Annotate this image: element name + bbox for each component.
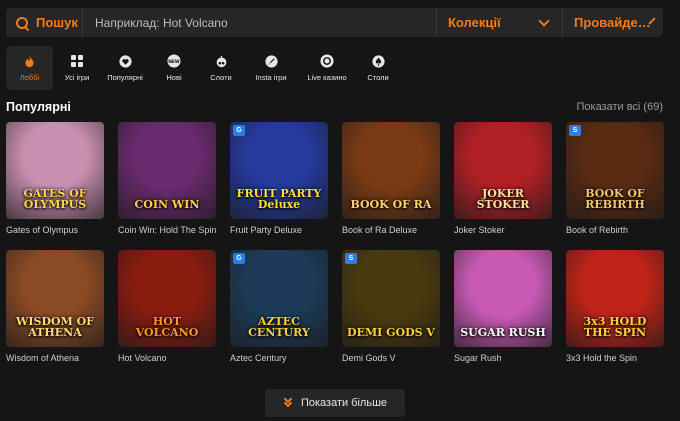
category-tab-live-casino[interactable]: Live казино (299, 46, 355, 90)
game-thumbnail-title: AZTEC CENTURY (248, 314, 310, 340)
game-thumbnail[interactable]: S BOOK OF REBIRTH (566, 122, 664, 219)
game-name: Demi Gods V (342, 353, 396, 363)
game-name: Wisdom of Athena (6, 353, 80, 363)
double-chevron-down-icon (283, 394, 293, 408)
search-icon (15, 16, 29, 30)
game-card[interactable]: S BOOK OF REBIRTH Book of Rebirth (566, 122, 664, 250)
game-name: Hot Volcano (118, 353, 167, 363)
category-label: Слоти (210, 73, 232, 82)
game-thumbnail[interactable]: 3x3 HOLD THE SPIN (566, 250, 664, 347)
show-all-link[interactable]: Показати всі (69) (576, 101, 663, 113)
provider-badge-icon: S (345, 253, 357, 264)
chip-icon (320, 54, 334, 68)
game-name: Sugar Rush (454, 353, 502, 363)
grid-icon (70, 54, 84, 68)
category-label: Усі ігри (64, 73, 90, 82)
game-card[interactable]: HOT VOLCANO Hot Volcano (118, 250, 216, 378)
flame-icon (23, 54, 37, 68)
game-card[interactable]: COIN WIN Coin Win: Hold The Spin (118, 122, 216, 250)
provider-badge-icon: G (233, 125, 245, 136)
game-thumbnail[interactable]: BOOK OF RA (342, 122, 440, 219)
category-label: Лоббі (19, 73, 40, 82)
svg-text:NEW: NEW (168, 59, 180, 65)
game-thumbnail[interactable]: S DEMI GODS V (342, 250, 440, 347)
game-name: 3x3 Hold the Spin (566, 353, 638, 363)
category-tab-slots[interactable]: Слоти (199, 46, 243, 90)
game-card[interactable]: 3x3 HOLD THE SPIN 3x3 Hold the Spin (566, 250, 664, 378)
game-thumbnail-title: BOOK OF RA (350, 198, 432, 212)
category-label: Популярні (107, 73, 143, 82)
game-name: Coin Win: Hold The Spin (118, 225, 216, 235)
game-thumbnail-title: SUGAR RUSH (460, 326, 546, 340)
game-thumbnail[interactable]: WISDOM OF ATHENA (6, 250, 104, 347)
game-thumbnail-title: BOOK OF REBIRTH (585, 186, 645, 212)
category-label: Столи (367, 73, 389, 82)
game-card[interactable]: WISDOM OF ATHENA Wisdom of Athena (6, 250, 104, 378)
game-name: Book of Ra Deluxe (342, 225, 418, 235)
game-thumbnail-title: JOKER STOKER (476, 186, 530, 212)
providers-label: Провайде… (574, 15, 651, 30)
game-name: Book of Rebirth (566, 225, 629, 235)
game-card[interactable]: JOKER STOKER Joker Stoker (454, 122, 552, 250)
category-label: Live казино (307, 73, 347, 82)
category-tab-popular[interactable]: Популярні (101, 46, 149, 90)
game-thumbnail-title: FRUIT PARTY Deluxe (236, 186, 322, 212)
search-button[interactable]: Пошук (6, 8, 83, 37)
game-thumbnail[interactable]: HOT VOLCANO (118, 250, 216, 347)
game-name: Gates of Olympus (6, 225, 79, 235)
game-card[interactable]: S DEMI GODS V Demi Gods V (342, 250, 440, 378)
category-tab-insta-games[interactable]: Insta ігри (243, 46, 299, 90)
search-label: Пошук (36, 15, 78, 30)
game-card[interactable]: SUGAR RUSH Sugar Rush (454, 250, 552, 378)
category-tab-new[interactable]: NEW Нові (149, 46, 199, 90)
new-badge-icon: NEW (167, 54, 181, 68)
game-thumbnail[interactable]: G FRUIT PARTY Deluxe (230, 122, 328, 219)
game-thumbnail-title: WISDOM OF ATHENA (16, 314, 94, 340)
game-card[interactable]: GATES OF OLYMPUS Gates of Olympus (6, 122, 104, 250)
search-bar: Пошук Колекції Провайде… (6, 8, 663, 37)
game-thumbnail[interactable]: GATES OF OLYMPUS (6, 122, 104, 219)
provider-badge-icon: S (569, 125, 581, 136)
game-card[interactable]: BOOK OF RA Book of Ra Deluxe (342, 122, 440, 250)
spade-icon (371, 54, 385, 68)
popular-section-header: Популярні Показати всі (69) (6, 100, 663, 114)
game-grid: GATES OF OLYMPUS Gates of Olympus COIN WIN… (6, 122, 664, 378)
game-card[interactable]: G AZTEC CENTURY Aztec Century (230, 250, 328, 378)
game-thumbnail-title: 3x3 HOLD THE SPIN (583, 314, 647, 340)
provider-badge-icon: G (233, 253, 245, 264)
category-tab-tables[interactable]: Столи (355, 46, 401, 90)
game-thumbnail-title: HOT VOLCANO (135, 314, 199, 340)
category-tab-lobby[interactable]: Лоббі (6, 46, 53, 90)
fruit-icon (214, 54, 228, 68)
chevron-down-icon (538, 14, 550, 27)
game-thumbnail[interactable]: JOKER STOKER (454, 122, 552, 219)
search-input[interactable] (83, 8, 436, 37)
game-card[interactable]: G FRUIT PARTY Deluxe Fruit Party Deluxe (230, 122, 328, 250)
game-thumbnail-title: GATES OF OLYMPUS (23, 186, 87, 212)
category-tab-all-games[interactable]: Усі ігри (53, 46, 101, 90)
rocket-icon (264, 54, 278, 68)
heart-icon (118, 54, 132, 68)
load-more-button[interactable]: Показати більше (265, 389, 405, 417)
game-name: Fruit Party Deluxe (230, 225, 303, 235)
game-thumbnail-title: COIN WIN (134, 198, 200, 212)
category-label: Insta ігри (255, 73, 287, 82)
game-thumbnail-title: DEMI GODS V (347, 326, 435, 340)
category-nav: Лоббі Усі ігри Популярні NEW Нові Слоти … (6, 46, 401, 90)
game-name: Joker Stoker (454, 225, 505, 235)
game-thumbnail[interactable]: G AZTEC CENTURY (230, 250, 328, 347)
game-thumbnail[interactable]: SUGAR RUSH (454, 250, 552, 347)
game-name: Aztec Century (230, 353, 287, 363)
load-more-label: Показати більше (300, 397, 388, 409)
collections-label: Колекції (448, 15, 501, 30)
section-title: Популярні (6, 100, 71, 114)
collections-dropdown[interactable]: Колекції (436, 8, 562, 37)
providers-dropdown[interactable]: Провайде… (562, 8, 663, 37)
game-thumbnail[interactable]: COIN WIN (118, 122, 216, 219)
category-label: Нові (166, 73, 182, 82)
